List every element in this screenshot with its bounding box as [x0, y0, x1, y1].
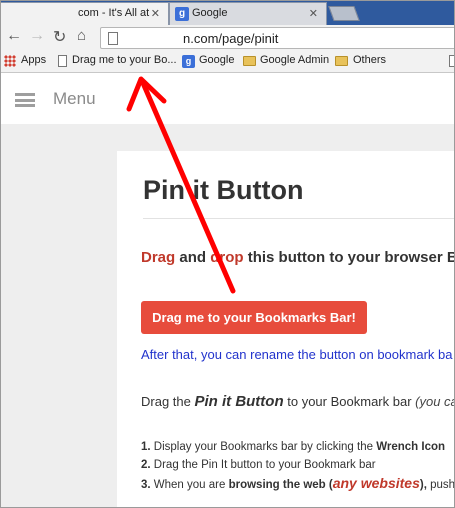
drag-the-text: Drag the — [141, 394, 195, 409]
you-can-text: (you can — [415, 394, 454, 409]
tab-strip: com - It's All at ✕ g Google ✕ — [1, 1, 454, 25]
browser-window: com - It's All at ✕ g Google ✕ ← → ↻ ⌂ n… — [0, 0, 455, 508]
pin-it-button-text: Pin it Button — [194, 393, 284, 410]
page-content: Menu Pin it Button Drag and drop this bu… — [1, 74, 455, 507]
step-bold: ), — [419, 479, 427, 491]
bookmark-others[interactable]: Others — [353, 54, 386, 66]
drag-me-bookmarklet-button[interactable]: Drag me to your Bookmarks Bar! — [141, 301, 367, 334]
tab-active[interactable]: com - It's All at ✕ — [1, 2, 169, 25]
bookmark-google[interactable]: Google — [199, 54, 234, 66]
reload-icon[interactable]: ↻ — [53, 27, 66, 47]
close-icon[interactable]: ✕ — [151, 7, 160, 20]
step-item: 2. Drag the Pin It button to your Bookma… — [141, 456, 454, 474]
hamburger-icon[interactable] — [15, 93, 35, 107]
folder-icon — [335, 56, 348, 66]
home-icon[interactable]: ⌂ — [77, 27, 86, 44]
instruction-heading: Drag and drop this button to your browse… — [141, 249, 454, 266]
apps-icon[interactable] — [4, 55, 16, 67]
and-word: and — [175, 249, 211, 266]
content-card: Pin it Button Drag and drop this button … — [117, 151, 455, 507]
step-item: 1. Display your Bookmarks bar by clickin… — [141, 438, 454, 456]
drop-word: drop — [210, 249, 244, 266]
url-text[interactable]: n.com/page/pinit — [183, 31, 278, 46]
step-number: 1. — [141, 441, 151, 453]
bookmark-apps[interactable]: Apps — [21, 54, 46, 66]
folder-icon — [243, 56, 256, 66]
to-bookmark-text: to your Bookmark bar — [283, 394, 416, 409]
tab-title: com - It's All at — [78, 7, 150, 19]
step-text: When you are — [150, 479, 229, 491]
rename-hint: After that, you can rename the button on… — [141, 347, 453, 362]
page-icon[interactable] — [449, 55, 454, 67]
instruction-rest: this button to your browser Bookm — [247, 249, 454, 266]
step-bold: Wrench Icon — [376, 441, 446, 453]
page-icon — [58, 55, 67, 67]
new-tab-button[interactable] — [328, 6, 360, 21]
step-text: Drag the Pin It button to your Bookmark … — [150, 459, 376, 471]
site-menu-bar: Menu — [1, 74, 454, 124]
address-bar[interactable]: n.com/page/pinit — [100, 27, 454, 49]
toolbar: ← → ↻ ⌂ n.com/page/pinit — [1, 25, 454, 51]
back-icon[interactable]: ← — [6, 27, 22, 45]
step-tail: push t — [430, 479, 455, 491]
page-title: Pin it Button — [143, 175, 304, 205]
steps-list: 1. Display your Bookmarks bar by clickin… — [141, 438, 455, 494]
step-text: Display your Bookmarks bar by clicking t… — [150, 441, 377, 453]
google-icon: g — [175, 7, 189, 21]
bookmark-drag-me[interactable]: Drag me to your Bo... — [72, 54, 177, 66]
bookmarks-bar: Apps Drag me to your Bo... g Google Goog… — [1, 51, 454, 73]
menu-label[interactable]: Menu — [53, 89, 96, 109]
step-number: 2. — [141, 459, 151, 471]
tab-title: Google — [192, 7, 228, 19]
step-bold: browsing the web ( — [228, 479, 333, 491]
divider — [143, 218, 454, 219]
tab-google[interactable]: g Google ✕ — [169, 2, 327, 25]
step-highlight: any websites — [332, 475, 420, 491]
page-icon — [108, 32, 118, 45]
drag-instruction: Drag the Pin it Button to your Bookmark … — [141, 393, 454, 410]
step-item: 3. When you are browsing the web (any we… — [141, 474, 455, 494]
close-icon[interactable]: ✕ — [309, 7, 318, 20]
forward-icon[interactable]: → — [29, 27, 45, 45]
step-number: 3. — [141, 479, 151, 491]
google-icon: g — [182, 55, 195, 68]
bookmark-google-admin[interactable]: Google Admin — [260, 54, 329, 66]
drag-word: Drag — [141, 249, 176, 266]
